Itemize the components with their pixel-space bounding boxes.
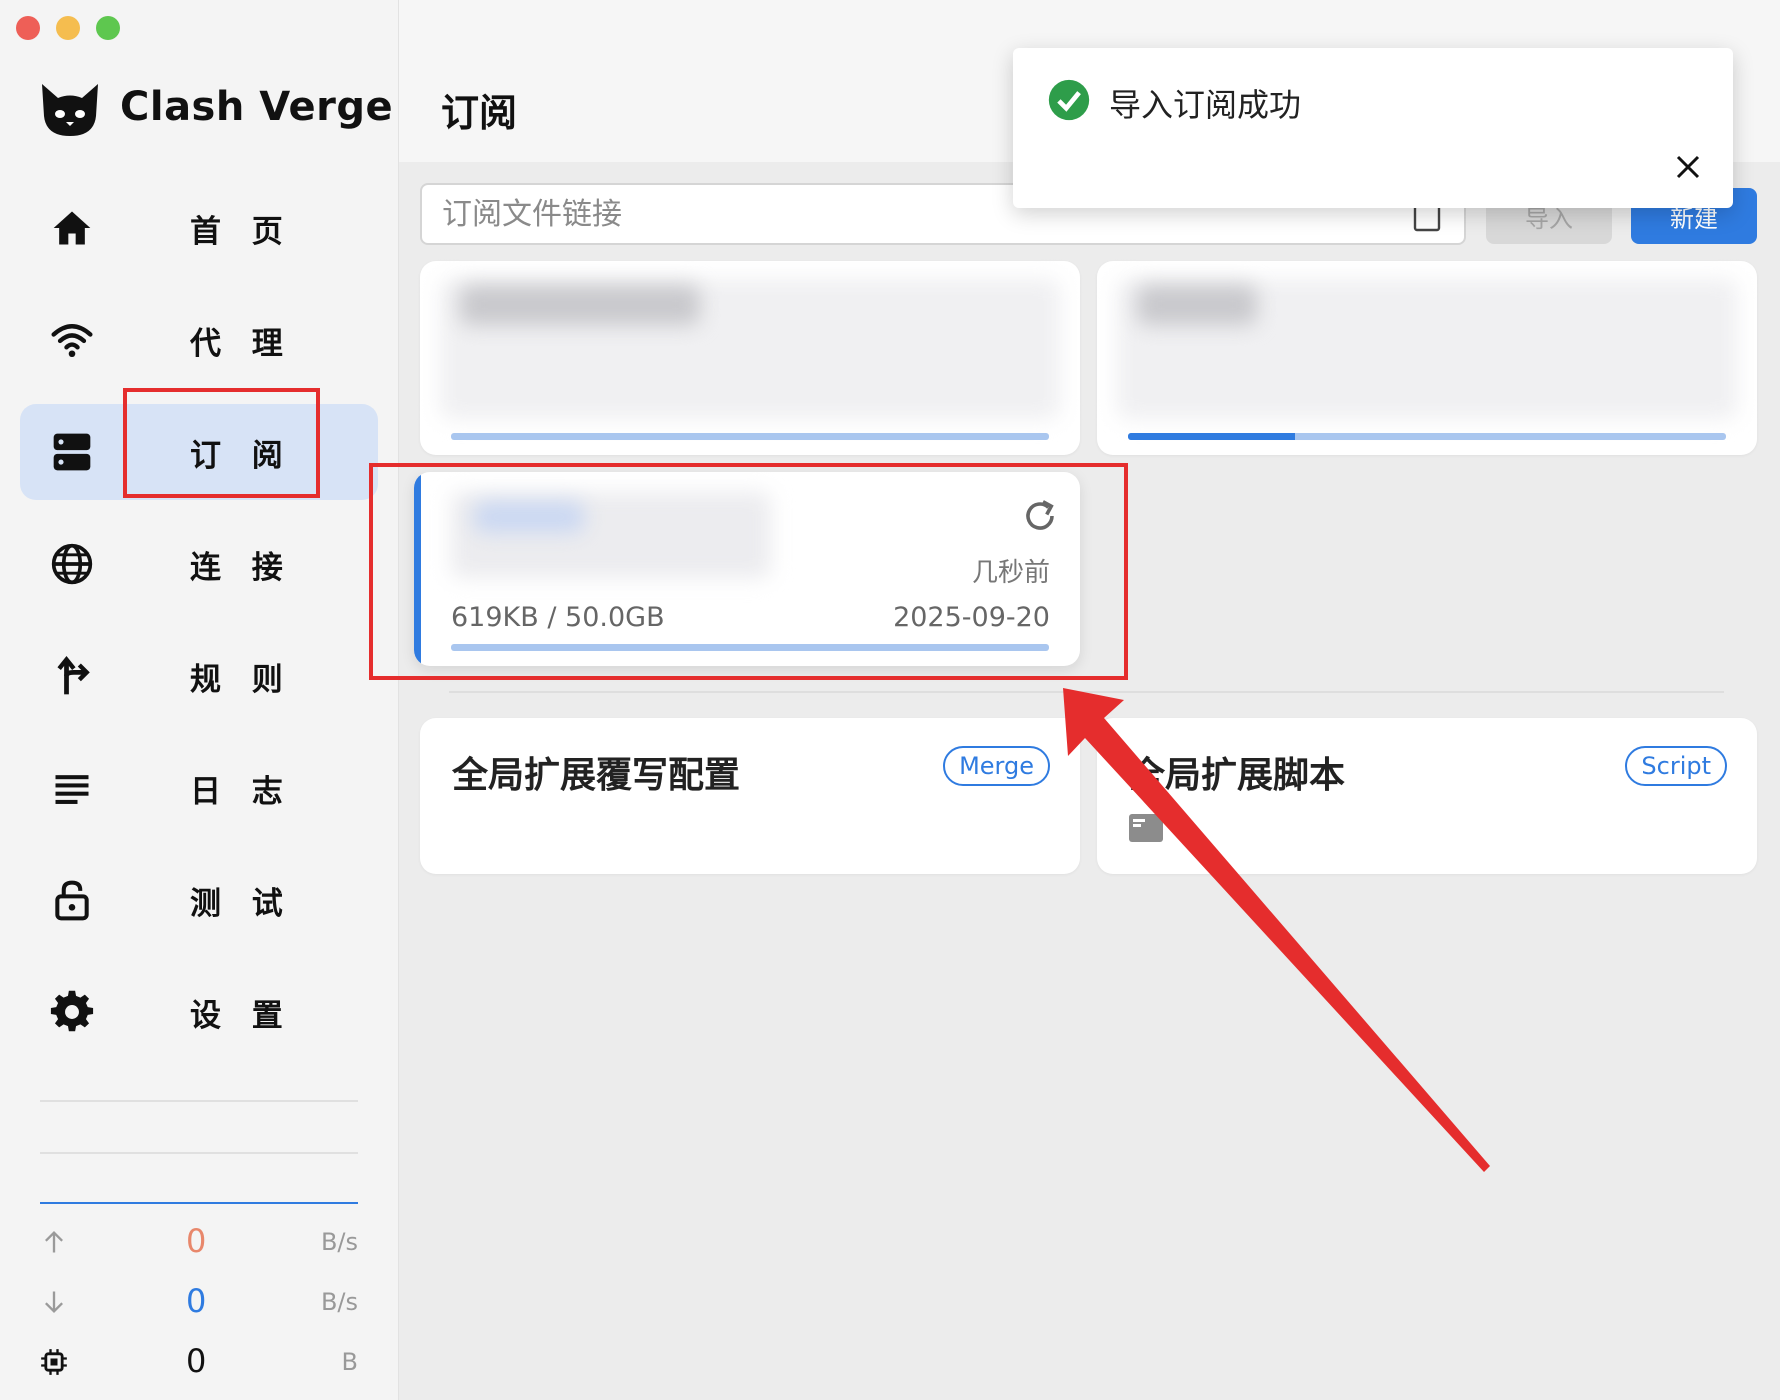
arrow-up-icon [45, 1231, 63, 1253]
window-minimize-button[interactable] [56, 16, 80, 40]
check-circle-icon [1048, 79, 1090, 121]
toast-message: 导入订阅成功 [1109, 86, 1302, 124]
list-icon [55, 775, 89, 804]
sidebar-item-label: 日 志 [190, 774, 293, 810]
profile-card[interactable] [420, 261, 1080, 455]
sidebar-item-label: 测 试 [190, 886, 293, 922]
annotation-box-subscriptions [123, 388, 320, 498]
download-speed-unit: B/s [320, 1288, 358, 1316]
main-content: 订阅 导入 新建 几秒前 619KB [399, 0, 1780, 1400]
blurred-content [1137, 285, 1257, 325]
usage-progress-fill [1128, 433, 1296, 440]
script-badge: Script [1625, 746, 1727, 786]
window-close-button[interactable] [16, 16, 40, 40]
sidebar-item-label: 规 则 [190, 662, 293, 698]
sidebar-item-connections[interactable]: 连 接 [20, 516, 378, 612]
upload-speed: 0 B/s [40, 1222, 358, 1262]
upload-speed-unit: B/s [320, 1228, 358, 1256]
gear-icon [50, 990, 94, 1032]
toast-notification: 导入订阅成功 [1013, 48, 1733, 208]
home-icon [53, 211, 91, 245]
memory-usage-unit: B [341, 1348, 358, 1376]
usage-progress-bar [451, 433, 1049, 440]
merge-card-title: 全局扩展覆写配置 [452, 755, 741, 796]
lock-open-icon [55, 880, 89, 921]
sidebar-divider [40, 1100, 358, 1102]
wifi-icon [51, 324, 93, 358]
sidebar-item-label: 连 接 [190, 550, 293, 586]
sidebar-item-proxy[interactable]: 代 理 [20, 292, 378, 388]
download-speed-value: 0 [186, 1282, 207, 1320]
globe-icon [51, 543, 93, 585]
app-name: Clash Verge [120, 84, 394, 130]
page-title: 订阅 [441, 91, 518, 135]
chip-icon [41, 1349, 67, 1375]
profile-card[interactable] [1097, 261, 1757, 455]
section-divider [449, 691, 1724, 693]
merge-badge: Merge [943, 746, 1050, 786]
global-script-card[interactable]: 全局扩展脚本 Script [1097, 718, 1757, 874]
arrow-down-icon [45, 1291, 63, 1313]
sidebar-item-label: 代 理 [190, 326, 293, 362]
route-icon [57, 655, 90, 695]
sidebar-item-label: 设 置 [190, 998, 293, 1034]
app-window: Clash Verge 首 页 代 理 订 阅 连 接 规 则 日 志 测 试 … [0, 0, 1780, 1400]
script-card-title: 全局扩展脚本 [1129, 755, 1346, 796]
sidebar-item-test[interactable]: 测 试 [20, 852, 378, 948]
sidebar-item-settings[interactable]: 设 置 [20, 964, 378, 1060]
close-icon[interactable] [1673, 152, 1703, 182]
memory-usage: 0 B [40, 1342, 358, 1382]
sidebar: Clash Verge 首 页 代 理 订 阅 连 接 规 则 日 志 测 试 … [0, 0, 399, 1400]
memory-usage-value: 0 [186, 1342, 207, 1380]
usage-progress-bar [1128, 433, 1726, 440]
window-maximize-button[interactable] [96, 16, 120, 40]
sidebar-item-label: 首 页 [190, 214, 293, 250]
download-speed: 0 B/s [40, 1282, 358, 1322]
server-icon [53, 433, 91, 471]
sidebar-item-home[interactable]: 首 页 [20, 180, 378, 276]
sidebar-divider [40, 1152, 358, 1154]
file-icon[interactable] [1129, 814, 1163, 842]
annotation-box-profile [369, 463, 1128, 680]
blurred-content [460, 285, 700, 325]
upload-speed-value: 0 [186, 1222, 207, 1260]
cat-logo-icon [42, 84, 98, 136]
global-merge-card[interactable]: 全局扩展覆写配置 Merge [420, 718, 1080, 874]
sidebar-item-logs[interactable]: 日 志 [20, 740, 378, 836]
traffic-graph-baseline [40, 1202, 358, 1204]
sidebar-item-rules[interactable]: 规 则 [20, 628, 378, 724]
